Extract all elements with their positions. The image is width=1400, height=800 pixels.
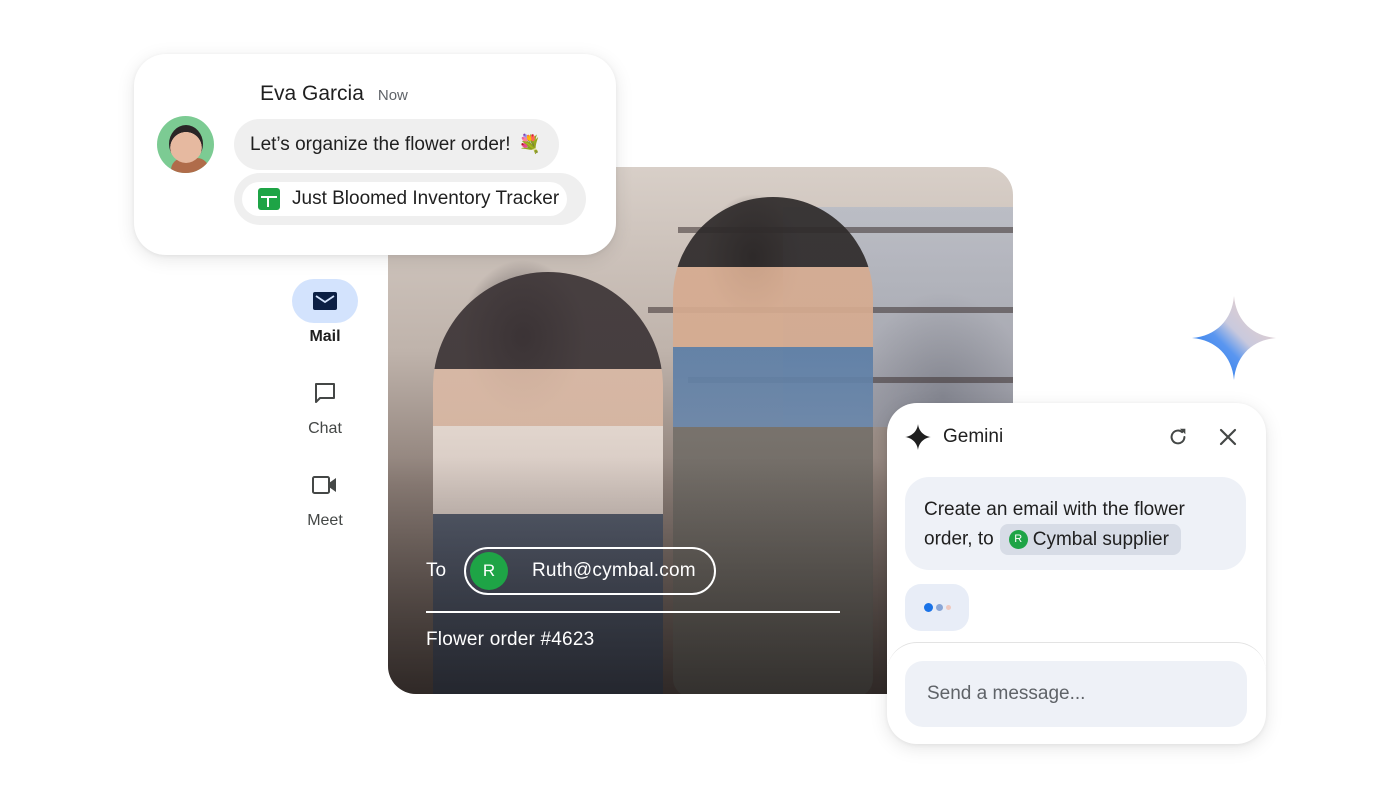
gemini-panel: Gemini Create an email with the flower o… (887, 403, 1266, 744)
attachment-name: Just Bloomed Inventory Tracker (292, 188, 560, 209)
nav-pill (292, 463, 358, 507)
typing-dot (924, 603, 933, 612)
recipient-chip[interactable]: R Ruth@cymbal.com (464, 547, 716, 595)
mail-icon (313, 292, 337, 310)
message-text: Let’s organize the flower order! (250, 133, 511, 155)
nav-pill (292, 371, 358, 415)
avatar-face (169, 125, 203, 163)
recipient-email: Ruth@cymbal.com (532, 560, 696, 581)
typing-dot (946, 605, 951, 610)
nav-label: Chat (308, 420, 342, 437)
mention-label: Cymbal supplier (1032, 529, 1169, 550)
chat-notification-card[interactable]: Eva Garcia Now Let’s organize the flower… (134, 54, 616, 255)
nav-item-chat[interactable]: Chat (290, 371, 360, 463)
nav-label: Mail (309, 328, 341, 345)
bouquet-emoji: 💐 (518, 134, 541, 154)
refresh-icon (1170, 428, 1186, 445)
mention-avatar: R (1008, 530, 1028, 549)
sender-avatar[interactable] (157, 116, 214, 173)
gemini-title: Gemini (943, 426, 1004, 447)
sender-name: Eva Garcia (260, 82, 364, 105)
nav-item-mail[interactable]: Mail (290, 279, 360, 371)
message-bubble: Let’s organize the flower order! 💐 (234, 119, 559, 170)
to-label: To (426, 560, 447, 581)
close-icon (1219, 428, 1237, 446)
compose-divider (426, 611, 840, 613)
typing-indicator (905, 584, 969, 631)
chat-icon (315, 383, 335, 403)
message-input[interactable] (905, 661, 1247, 727)
nav-label: Meet (307, 512, 343, 529)
nav-item-meet[interactable]: Meet (290, 463, 360, 555)
recipient-avatar: R (470, 552, 508, 590)
message-composer (887, 642, 1266, 744)
attachment-chip[interactable]: Just Bloomed Inventory Tracker (242, 182, 568, 216)
subject-field[interactable]: Flower order #4623 (426, 629, 840, 651)
video-camera-icon (312, 476, 336, 494)
to-row: To R Ruth@cymbal.com (426, 547, 840, 595)
refresh-button[interactable] (1164, 423, 1192, 451)
user-prompt-bubble: Create an email with the flower order, t… (905, 477, 1246, 570)
google-sheets-icon (258, 188, 280, 210)
attachment-bubble: Just Bloomed Inventory Tracker (234, 173, 586, 225)
message-timestamp: Now (377, 87, 408, 104)
app-nav: Mail Chat Meet (290, 279, 360, 555)
mention-chip[interactable]: R Cymbal supplier (999, 524, 1181, 555)
compose-form: To R Ruth@cymbal.com Flower order #4623 (426, 547, 840, 651)
gemini-sparkle-icon (1192, 296, 1276, 380)
gemini-logo-icon (905, 424, 931, 450)
sender-row: Eva Garcia Now (260, 82, 408, 106)
gemini-header: Gemini (905, 423, 1242, 451)
close-button[interactable] (1214, 423, 1242, 451)
typing-dot (936, 604, 943, 611)
nav-pill (292, 279, 358, 323)
